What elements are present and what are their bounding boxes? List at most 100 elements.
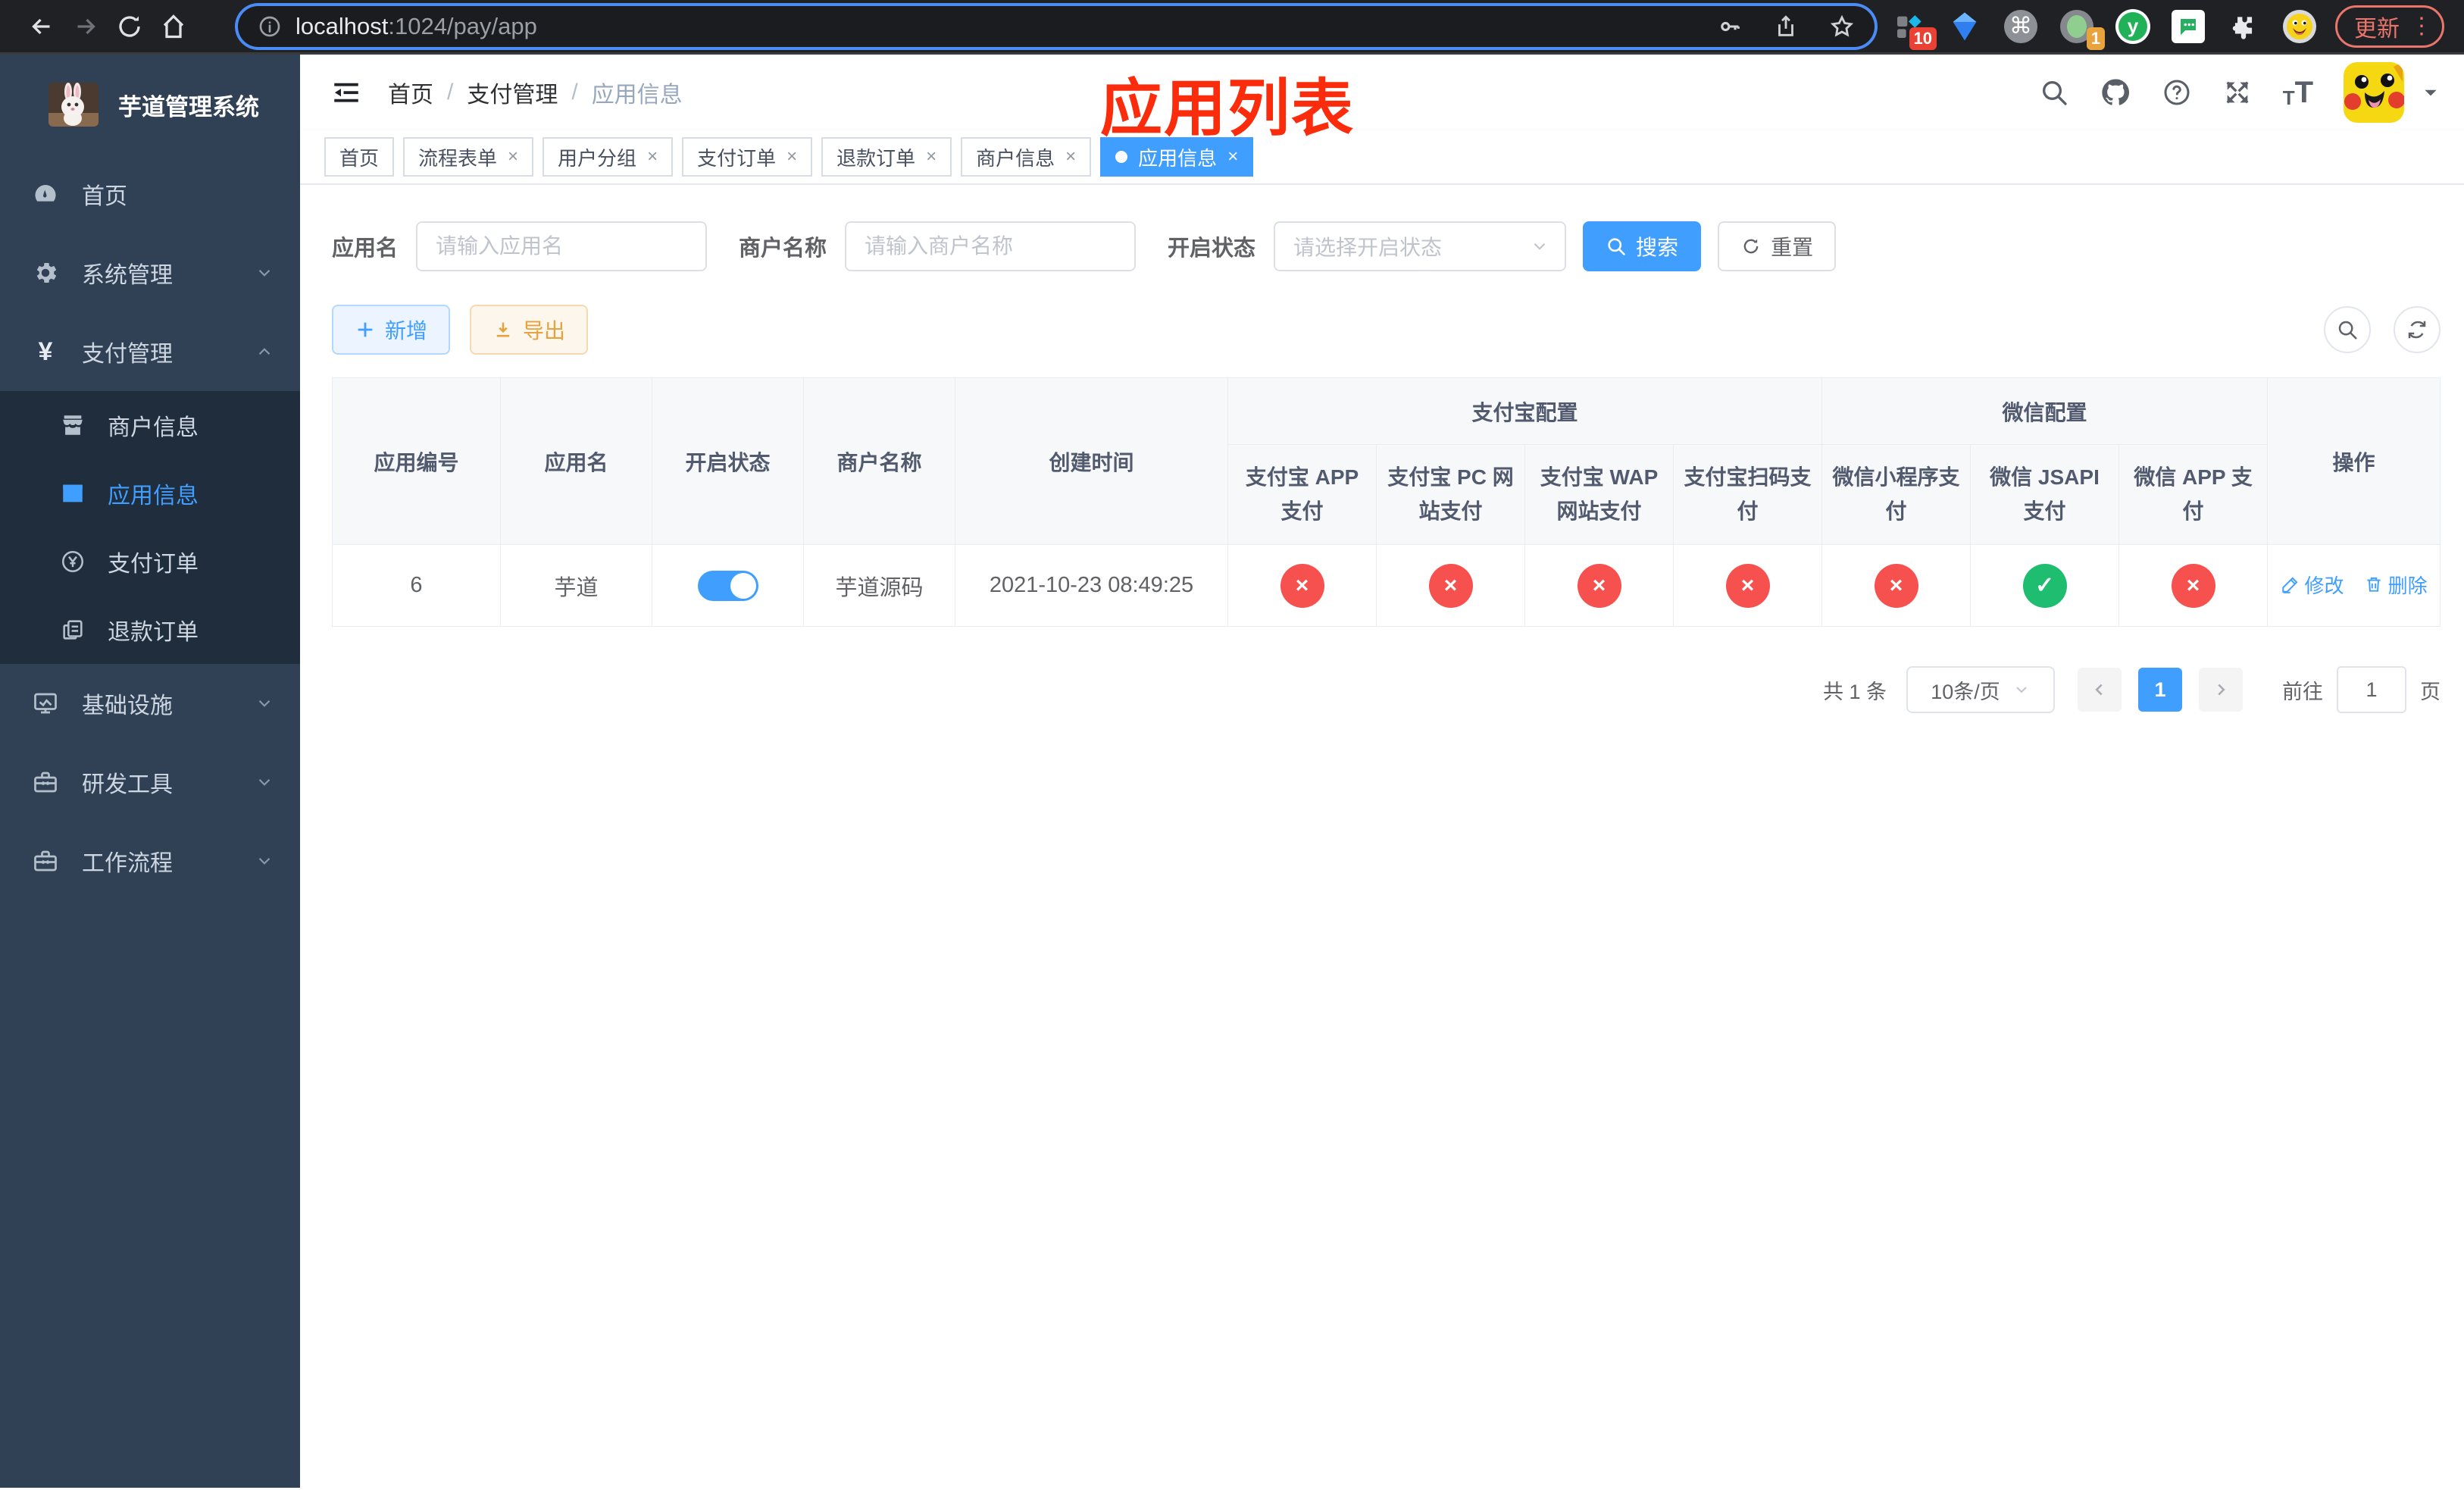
browser-toolbar: localhost:1024/pay/app 10 ⌘ 1 y 更新 ⋮ — [0, 0, 2464, 55]
help-icon[interactable] — [2162, 77, 2192, 108]
site-info-icon[interactable] — [258, 14, 282, 39]
github-icon[interactable] — [2100, 77, 2131, 108]
sidebar-item-system[interactable]: 系统管理 — [0, 233, 300, 312]
reload-icon[interactable] — [108, 5, 152, 49]
status-toggle[interactable] — [697, 570, 758, 601]
close-icon[interactable]: × — [926, 146, 937, 167]
sidebar-item-home[interactable]: 首页 — [0, 155, 300, 233]
col-wx-app: 微信 APP 支付 — [2118, 444, 2269, 545]
home-icon[interactable] — [152, 5, 195, 49]
prev-page-button[interactable] — [2078, 668, 2122, 712]
tab-process-form[interactable]: 流程表单 × — [403, 137, 534, 177]
close-icon[interactable]: × — [1065, 146, 1076, 167]
chevron-down-icon — [255, 263, 274, 283]
extension-command-icon[interactable]: ⌘ — [2003, 9, 2038, 44]
password-key-icon[interactable] — [1717, 14, 1743, 39]
sidebar-item-label: 首页 — [82, 184, 127, 209]
page-unit-label: 页 — [2420, 680, 2441, 703]
extension-gem-icon[interactable] — [1947, 9, 1982, 44]
extension-badge-1: 1 — [2086, 27, 2105, 50]
total-count: 共 1 条 — [1823, 680, 1887, 703]
extension-yudao-icon[interactable]: y — [2115, 8, 2150, 44]
close-icon[interactable]: × — [647, 146, 658, 167]
logo-row: 芋道管理系统 — [0, 55, 300, 155]
sidebar-item-refund-order[interactable]: 退款订单 — [0, 596, 300, 664]
app-name-label: 应用名 — [332, 236, 399, 261]
status-select[interactable]: 请选择开启状态 — [1274, 221, 1567, 271]
next-page-button[interactable] — [2199, 668, 2244, 712]
breadcrumb-payment[interactable]: 支付管理 — [467, 76, 558, 109]
fullscreen-icon[interactable] — [2222, 77, 2253, 108]
page-size-select[interactable]: 10条/页 — [1906, 666, 2056, 713]
breadcrumb-home[interactable]: 首页 — [388, 76, 433, 109]
app-name-input[interactable] — [416, 221, 708, 271]
col-wx-jsapi: 微信 JSAPI 支付 — [1970, 444, 2120, 545]
tab-user-group[interactable]: 用户分组 × — [543, 137, 674, 177]
caret-down-icon[interactable] — [2421, 83, 2441, 102]
col-app-id: 应用编号 — [332, 377, 501, 545]
col-app-name: 应用名 — [500, 377, 652, 545]
cell-alipay-pc: × — [1376, 544, 1525, 627]
show-search-button[interactable] — [2324, 306, 2372, 353]
extension-badge: 10 — [1909, 27, 1937, 50]
cell-wx-mini: × — [1821, 544, 1972, 627]
chevron-up-icon — [255, 342, 274, 362]
cell-wx-jsapi: ✓ — [1970, 544, 2120, 627]
cell-alipay-app: × — [1227, 544, 1377, 627]
tab-merchant-info[interactable]: 商户信息 × — [961, 137, 1092, 177]
extensions-puzzle-icon[interactable] — [2226, 9, 2261, 44]
sidebar-item-pay-order[interactable]: 支付订单 — [0, 527, 300, 596]
sidebar-item-app-info[interactable]: 应用信息 — [0, 459, 300, 527]
merchant-name-input[interactable] — [845, 221, 1137, 271]
sidebar-collapse-icon[interactable] — [330, 77, 362, 108]
back-icon[interactable] — [20, 5, 64, 49]
chevron-down-icon — [255, 851, 274, 871]
sidebar-item-dev-tools[interactable]: 研发工具 — [0, 743, 300, 822]
reset-button[interactable]: 重置 — [1718, 221, 1837, 271]
sidebar-item-payment[interactable]: ¥ 支付管理 — [0, 312, 300, 391]
annotation-overlay: 应用列表 — [1100, 74, 1356, 143]
user-avatar[interactable] — [2344, 62, 2405, 123]
breadcrumb: 首页 / 支付管理 / 应用信息 — [388, 76, 683, 109]
sidebar-item-workflow[interactable]: 工作流程 — [0, 822, 300, 900]
forward-icon[interactable] — [64, 5, 108, 49]
close-icon[interactable]: × — [508, 146, 518, 167]
goto-page-input[interactable] — [2337, 666, 2407, 713]
add-button[interactable]: 新增 — [332, 305, 451, 355]
tab-home[interactable]: 首页 — [324, 137, 395, 177]
url-bar[interactable]: localhost:1024/pay/app — [238, 5, 1875, 47]
chevron-down-icon — [1530, 236, 1549, 256]
gear-icon — [30, 259, 61, 286]
sidebar-item-infrastructure[interactable]: 基础设施 — [0, 664, 300, 743]
cell-app-id: 6 — [332, 544, 501, 627]
chevron-down-icon — [255, 693, 274, 713]
app-table: 应用编号 应用名 开启状态 商户名称 创建时间 支付宝配置 微信配置 操作 支付… — [332, 377, 2441, 627]
extension-chat-icon[interactable] — [2172, 9, 2205, 43]
page-content: 应用名 商户名称 开启状态 请选择开启状态 搜索 — [300, 185, 2464, 1488]
extension-tiles-icon[interactable]: 10 — [1891, 9, 1937, 50]
bookmark-star-icon[interactable] — [1829, 14, 1855, 39]
profile-avatar-icon[interactable] — [2282, 9, 2317, 44]
search-button[interactable]: 搜索 — [1583, 221, 1702, 271]
font-size-icon[interactable]: TT — [2283, 76, 2313, 110]
sidebar-item-merchant-info[interactable]: 商户信息 — [0, 391, 300, 459]
tab-pay-order[interactable]: 支付订单 × — [682, 137, 813, 177]
monitor-icon — [30, 690, 61, 717]
tab-refund-order[interactable]: 退款订单 × — [821, 137, 952, 177]
export-button[interactable]: 导出 — [470, 305, 589, 355]
edit-link[interactable]: 修改 — [2281, 571, 2344, 599]
extension-recorder-icon[interactable]: 1 — [2059, 9, 2105, 50]
grid-icon — [58, 480, 88, 506]
header-search-icon[interactable] — [2039, 77, 2069, 108]
chevron-down-icon — [2012, 681, 2031, 699]
refresh-button[interactable] — [2394, 306, 2441, 353]
browser-menu-icon[interactable]: ⋮ — [2410, 13, 2433, 39]
close-icon[interactable]: × — [786, 146, 797, 167]
close-icon[interactable]: × — [1227, 146, 1238, 167]
delete-link[interactable]: 删除 — [2364, 571, 2428, 599]
browser-update-button[interactable]: 更新 ⋮ — [2335, 5, 2444, 48]
col-alipay-pc: 支付宝 PC 网站支付 — [1376, 444, 1525, 545]
current-page[interactable]: 1 — [2138, 668, 2183, 712]
share-icon[interactable] — [1773, 14, 1799, 39]
col-group-alipay: 支付宝配置 — [1227, 377, 1823, 445]
